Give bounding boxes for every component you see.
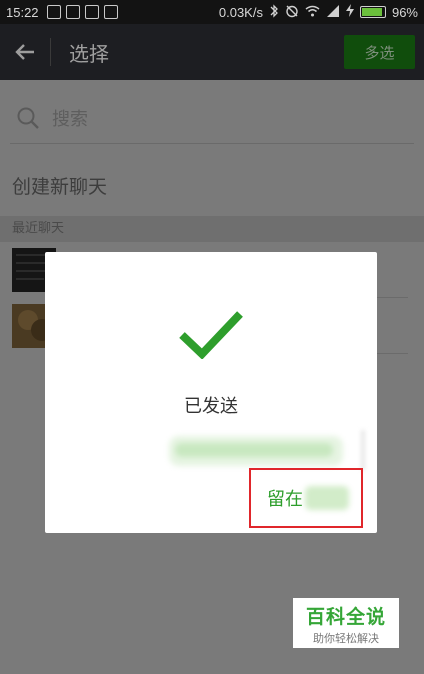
status-time: 15:22 <box>6 4 39 20</box>
app-bar: 选择 多选 <box>0 24 424 80</box>
watermark-subtitle: 助你轻松解决 <box>313 632 379 645</box>
dialog-divider <box>361 430 365 470</box>
notification-icon <box>46 5 61 19</box>
charging-icon <box>345 4 354 20</box>
search-underline <box>10 143 414 144</box>
search-input[interactable]: 搜索 <box>52 105 88 131</box>
back-arrow-icon <box>15 44 34 60</box>
stay-in-app-button[interactable]: 留在 <box>249 468 363 528</box>
network-speed: 0.03K/s <box>218 4 263 20</box>
app-icon <box>84 5 99 19</box>
blurred-app-name <box>305 486 349 510</box>
app-icon <box>103 5 118 19</box>
recent-chats-header: 最近聊天 <box>0 216 424 242</box>
sent-status-text: 已发送 <box>184 396 238 417</box>
wifi-icon <box>305 5 320 20</box>
bluetooth-icon <box>269 3 279 21</box>
page-title: 选择 <box>69 41 109 66</box>
status-bar: 15:22 0.03K/s 96% <box>0 0 424 24</box>
watermark-logo: 百科全说 助你轻松解决 <box>293 598 399 648</box>
mail-icon <box>65 5 80 19</box>
signal-icon <box>326 4 340 20</box>
back-button[interactable] <box>0 24 50 80</box>
checkmark-icon <box>179 311 243 359</box>
battery-icon <box>359 6 386 18</box>
sent-dialog: 已发送 留在 <box>45 252 377 533</box>
multi-select-button[interactable]: 多选 <box>344 35 415 69</box>
alarm-icon <box>285 4 299 21</box>
search-icon <box>17 107 39 129</box>
battery-percent: 96% <box>391 4 418 20</box>
create-new-chat[interactable]: 创建新聊天 <box>12 172 107 199</box>
blurred-message <box>169 436 343 466</box>
stay-label: 留在 <box>267 489 303 510</box>
watermark-title: 百科全说 <box>305 606 386 628</box>
search-bar[interactable]: 搜索 <box>0 92 424 144</box>
appbar-divider <box>50 38 51 66</box>
